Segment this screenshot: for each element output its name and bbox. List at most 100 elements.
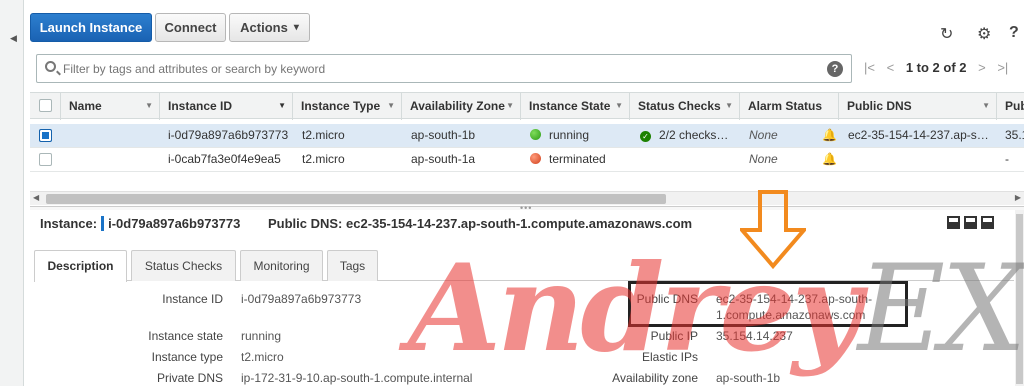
field-value: ip-172-31-9-10.ap-south-1.compute.intern… xyxy=(241,371,473,385)
sort-icon: ▼ xyxy=(982,101,990,110)
chevron-down-icon: ▾ xyxy=(293,22,299,33)
sort-icon: ▼ xyxy=(145,101,153,110)
scroll-left-icon[interactable]: ◀ xyxy=(33,193,39,202)
gear-icon[interactable]: ⚙ xyxy=(977,24,991,44)
column-availability-zone[interactable]: Availability Zone ▼ xyxy=(402,93,521,120)
instances-table-header: Name ▼ Instance ID ▼ Instance Type ▼ Availa… xyxy=(30,92,1024,120)
sort-icon: ▼ xyxy=(615,101,623,110)
sort-icon: ▼ xyxy=(387,101,395,110)
terminated-status-icon xyxy=(530,153,541,164)
column-instance-state[interactable]: Instance State ▼ xyxy=(521,93,630,120)
last-page-icon[interactable]: >| xyxy=(997,60,1008,75)
filter-help-icon[interactable]: ? xyxy=(827,61,843,77)
filter-search[interactable]: ? xyxy=(36,54,852,83)
column-public-dns[interactable]: Public DNS ▼ xyxy=(839,93,997,120)
field-label: Private DNS xyxy=(156,371,223,385)
splitter-grip-icon[interactable]: ••• xyxy=(520,203,532,213)
cell-zone: ap-south-1b xyxy=(411,128,476,142)
actions-button[interactable]: Actions ▾ xyxy=(229,13,310,42)
column-instance-id[interactable]: Instance ID ▼ xyxy=(160,93,293,120)
instance-label: Instance: xyxy=(40,216,98,231)
panel-splitter[interactable]: ••• xyxy=(30,203,1024,213)
refresh-icon[interactable]: ↻ xyxy=(940,24,953,44)
cell-state-label: terminated xyxy=(549,152,606,166)
vertical-scrollbar[interactable] xyxy=(1015,210,1024,386)
launch-instance-button[interactable]: Launch Instance xyxy=(30,13,152,42)
column-name-label: Name xyxy=(69,99,102,113)
public-dns-value: ec2-35-154-14-237.ap-south-1.compute.ama… xyxy=(346,216,693,231)
tab-tags[interactable]: Tags xyxy=(327,250,378,281)
cell-status-checks[interactable]: ✓ 2/2 checks… xyxy=(640,124,728,147)
column-instance-type[interactable]: Instance Type ▼ xyxy=(293,93,402,120)
detail-header: Instance: i-0d79a897a6b973773 Public DNS:… xyxy=(40,216,692,231)
column-name[interactable]: Name ▼ xyxy=(60,93,160,120)
field-label: Instance type xyxy=(151,350,223,364)
selected-instance-id: i-0d79a897a6b973773 xyxy=(101,216,241,231)
cell-status-checks-label: 2/2 checks… xyxy=(659,128,729,142)
column-instance-state-label: Instance State xyxy=(529,99,611,113)
tab-status-checks[interactable]: Status Checks xyxy=(131,250,236,281)
column-status-checks[interactable]: Status Checks ▼ xyxy=(630,93,740,120)
search-icon xyxy=(45,61,56,72)
tab-monitoring[interactable]: Monitoring xyxy=(240,250,323,281)
cell-instance-type: t2.micro xyxy=(302,152,345,166)
layout-split-icon[interactable] xyxy=(964,216,977,229)
sort-icon: ▼ xyxy=(278,101,286,110)
table-row[interactable]: i-0cab7fa3e0f4e9ea5 t2.micro ap-south-1a… xyxy=(30,148,1024,172)
help-icon[interactable]: ? xyxy=(1009,24,1019,42)
scrollbar-thumb[interactable] xyxy=(1016,214,1023,384)
detail-tabs: Description Status Checks Monitoring Tag… xyxy=(34,250,1014,282)
cell-public-ip: - xyxy=(1005,152,1009,166)
scroll-right-icon[interactable]: ▶ xyxy=(1015,193,1021,202)
annotation-box xyxy=(628,281,908,327)
cell-instance-id: i-0d79a897a6b973773 xyxy=(168,128,289,142)
first-page-icon[interactable]: |< xyxy=(864,60,875,75)
public-dns-label: Public DNS: xyxy=(267,216,343,231)
pagination: |< < 1 to 2 of 2 > >| xyxy=(864,60,1008,75)
row-checkbox[interactable] xyxy=(39,129,52,142)
cell-alarm: None xyxy=(749,152,778,166)
sort-icon: ▼ xyxy=(506,101,514,110)
alarm-bell-icon[interactable]: 🔔 xyxy=(822,148,837,171)
column-alarm-status[interactable]: Alarm Status xyxy=(740,93,839,120)
next-page-icon[interactable]: > xyxy=(978,60,986,75)
cell-state-label: running xyxy=(549,128,590,142)
cell-state: terminated xyxy=(530,148,606,171)
field-value: ap-south-1b xyxy=(716,371,781,385)
field-value: i-0d79a897a6b973773 xyxy=(241,292,362,306)
cell-alarm: None xyxy=(749,128,778,142)
collapsed-sidebar[interactable]: ◀ xyxy=(0,0,24,386)
scrollbar-thumb[interactable] xyxy=(46,194,666,204)
column-public-dns-label: Public DNS xyxy=(847,99,912,113)
toolbar: Launch Instance Connect Actions ▾ ↻ ⚙ ? xyxy=(24,0,1024,50)
field-value: t2.micro xyxy=(241,350,284,364)
alarm-bell-icon[interactable]: 🔔 xyxy=(822,124,837,147)
column-public-ip[interactable]: Pub xyxy=(997,93,1024,120)
row-checkbox[interactable] xyxy=(39,153,52,166)
panel-layout-controls xyxy=(947,216,998,232)
column-public-ip-label: Pub xyxy=(1005,99,1024,113)
column-instance-id-label: Instance ID xyxy=(168,99,233,113)
collapse-caret-icon[interactable]: ◀ xyxy=(10,33,17,44)
ec2-console: ◀ Launch Instance Connect Actions ▾ ↻ ⚙ … xyxy=(0,0,1024,386)
field-label: Public IP xyxy=(650,329,698,343)
select-all-checkbox[interactable] xyxy=(39,99,52,112)
down-arrow-icon xyxy=(740,190,806,270)
filter-input[interactable] xyxy=(63,59,823,79)
pagination-range: 1 to 2 of 2 xyxy=(905,60,967,75)
table-row[interactable]: i-0d79a897a6b973773 t2.micro ap-south-1b… xyxy=(30,124,1024,148)
column-alarm-status-label: Alarm Status xyxy=(748,99,823,113)
layout-bottom-icon[interactable] xyxy=(947,216,960,229)
field-value: running xyxy=(241,329,282,343)
actions-label: Actions xyxy=(240,20,288,35)
field-label: Availability zone xyxy=(612,371,698,385)
tab-description[interactable]: Description xyxy=(34,250,127,282)
running-status-icon xyxy=(530,129,541,140)
cell-public-dns: ec2-35-154-14-237.ap-s… xyxy=(848,128,989,142)
column-availability-zone-label: Availability Zone xyxy=(410,99,505,113)
check-ok-icon: ✓ xyxy=(640,131,651,142)
field-label: Instance ID xyxy=(162,292,223,306)
prev-page-icon[interactable]: < xyxy=(887,60,895,75)
connect-button[interactable]: Connect xyxy=(155,13,226,42)
layout-top-icon[interactable] xyxy=(981,216,994,229)
